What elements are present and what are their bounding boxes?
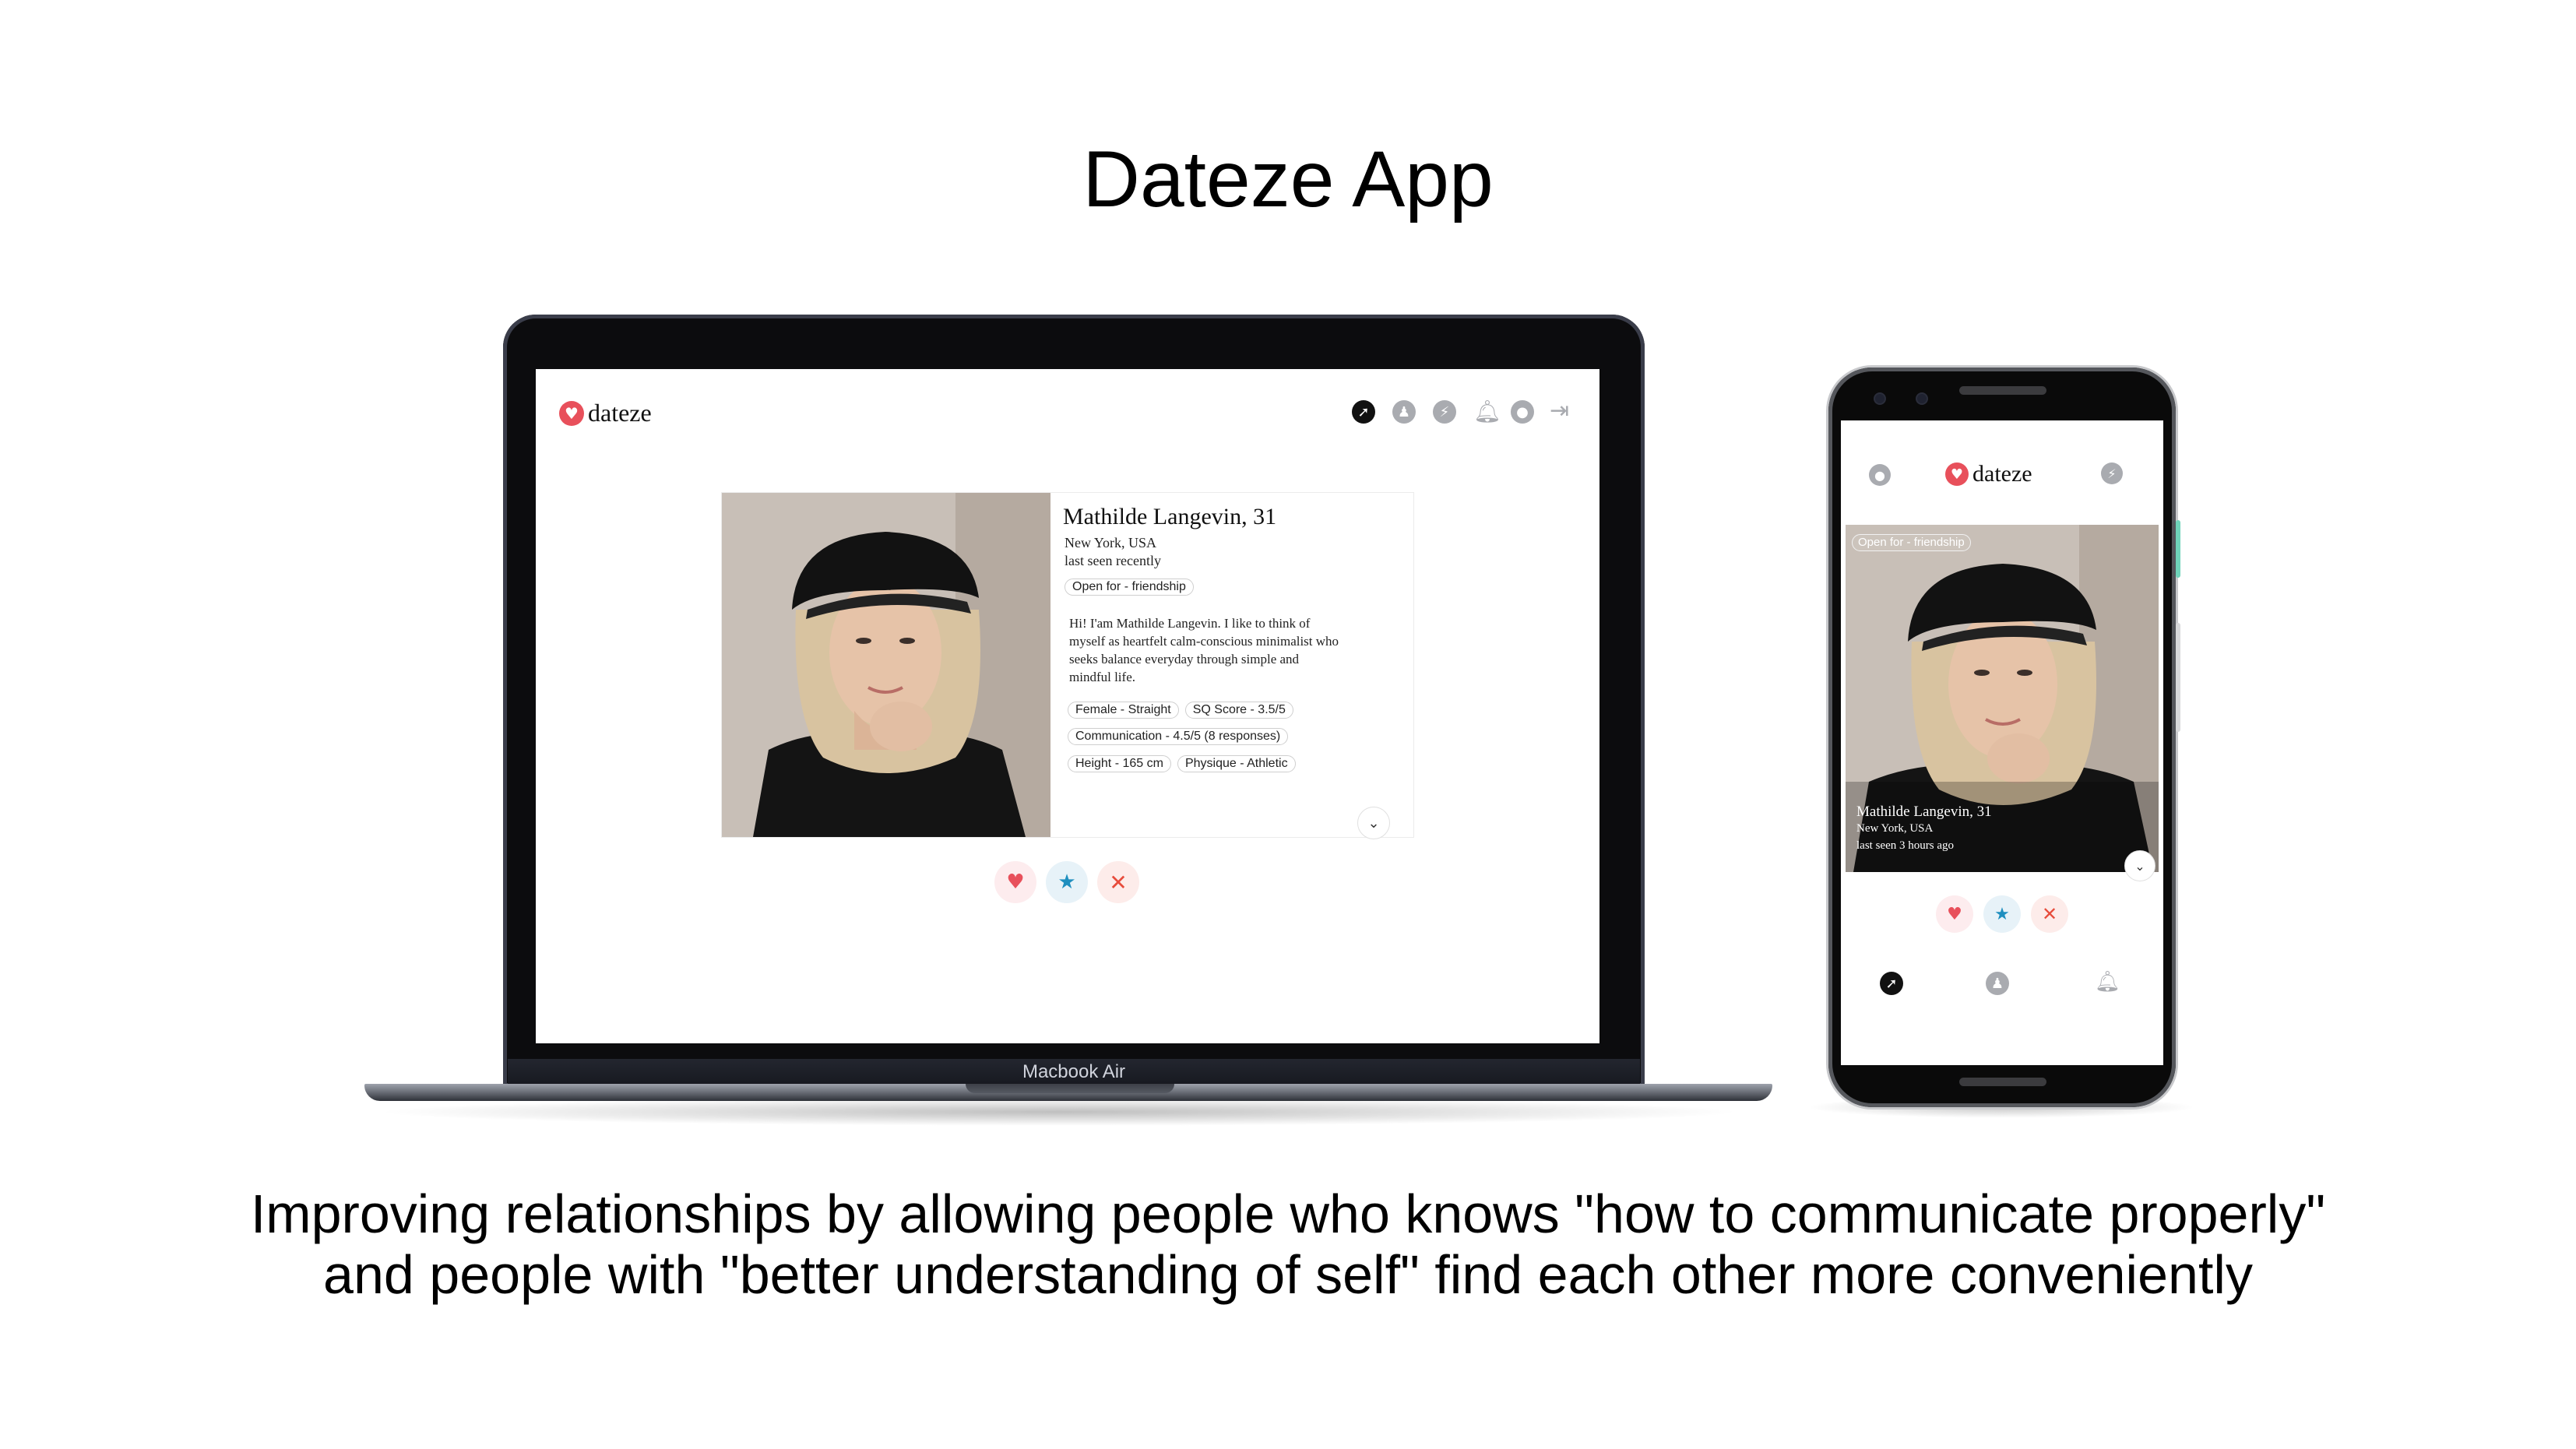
bio-line: seeks balance everyday through simple an… [1069,652,1300,666]
tagline-line-2: and people with "better understanding of… [323,1244,2253,1305]
intent-chip: Open for - friendship [1852,534,1971,551]
chevron-down-icon[interactable]: ⌄ [2124,850,2155,881]
tag-communication: Communication - 4.5/5 (8 responses) [1068,728,1289,745]
heart-icon: ♥ [1947,904,1962,924]
laptop-notch [966,1084,1174,1093]
user-badge-icon[interactable]: ♟ [1986,972,2009,995]
bio-line: myself as heartfelt calm-conscious minim… [1069,634,1339,649]
profile-icon[interactable]: ● [1511,400,1534,424]
intent-chip: Open for - friendship [1065,579,1194,596]
profile-name: Mathilde Langevin, 31 [1063,504,1277,529]
messenger-icon[interactable]: ⚡ [2101,462,2123,484]
logo-text: dateze [1972,461,2032,487]
pass-button[interactable]: ✕ [1097,861,1139,903]
tagline-line-1: Improving relationships by allowing peop… [250,1183,2326,1244]
bell-icon[interactable]: 🔔︎ [1473,399,1501,424]
intent-row: Open for - friendship [1065,579,1194,596]
profile-photo [722,493,1050,837]
tags-row-1: Female - Straight SQ Score - 3.5/5 [1068,702,1293,719]
tag-height: Height - 165 cm [1068,755,1171,772]
profile-bio: Hi! I'am Mathilde Langevin. I like to th… [1069,614,1339,686]
profile-name: Mathilde Langevin, 31 [1856,804,1992,820]
tags-row-3: Height - 165 cm Physique - Athletic [1068,755,1296,772]
chevron-down-icon[interactable]: ⌄ [1357,807,1390,839]
laptop-shadow [374,1098,1744,1126]
heart-icon: ♥ [1006,870,1025,894]
heart-logo-icon: ♥ [559,400,584,426]
compass-icon[interactable]: ➚ [1880,972,1903,995]
like-button[interactable]: ♥ [994,861,1036,903]
laptop-screen: ♥ dateze ➚ ♟ ⚡ 🔔︎ ● ⇥ Mathilde Langevin,… [536,369,1599,1043]
profile-last-seen: last seen 3 hours ago [1856,839,1954,852]
user-badge-icon[interactable]: ♟ [1392,400,1416,424]
bio-line: mindful life. [1069,670,1135,684]
tag-physique: Physique - Athletic [1177,755,1296,772]
slide-tagline: Improving relationships by allowing peop… [0,1183,2576,1305]
phone-volume-button [2176,623,2180,732]
profile-card: Mathilde Langevin, 31 New York, USA last… [721,492,1414,839]
logout-icon[interactable]: ⇥ [1550,397,1578,425]
messenger-icon[interactable]: ⚡ [1433,400,1456,424]
laptop-model-label: Macbook Air [1022,1061,1126,1082]
phone-speaker [1959,386,2046,395]
superlike-button[interactable]: ★ [1046,861,1088,903]
app-logo[interactable]: ♥ dateze [559,399,652,427]
logo-text: dateze [588,399,652,427]
slide-title: Dateze App [1082,135,1494,223]
tag-sq-score: SQ Score - 3.5/5 [1184,702,1293,719]
like-button[interactable]: ♥ [1936,895,1973,933]
profile-last-seen: last seen recently [1065,553,1161,568]
phone-screen: ● ♥ dateze ⚡ Open for - friendship Mathi… [1841,420,2163,1065]
tags-row-2: Communication - 4.5/5 (8 responses) [1068,728,1289,745]
heart-logo-icon: ♥ [1945,462,1969,486]
tag-gender: Female - Straight [1068,702,1179,719]
close-icon: ✕ [2041,903,2058,925]
compass-icon[interactable]: ➚ [1352,400,1375,424]
bell-icon[interactable]: 🔔︎ [2095,970,2120,995]
bio-line: Hi! I'am Mathilde Langevin. I like to th… [1069,616,1311,631]
phone-speaker-bottom [1959,1078,2046,1086]
profile-icon[interactable]: ● [1869,464,1891,486]
close-icon: ✕ [1109,869,1128,895]
superlike-button[interactable]: ★ [1983,895,2021,933]
star-icon: ★ [1057,870,1076,894]
profile-location: New York, USA [1065,535,1157,550]
phone-power-button [2176,520,2180,578]
app-logo[interactable]: ♥ dateze [1945,461,2032,487]
star-icon: ★ [1994,904,2010,924]
phone-sensor [1917,394,1927,403]
profile-location: New York, USA [1856,822,1934,835]
phone-camera [1875,394,1884,403]
pass-button[interactable]: ✕ [2031,895,2068,933]
